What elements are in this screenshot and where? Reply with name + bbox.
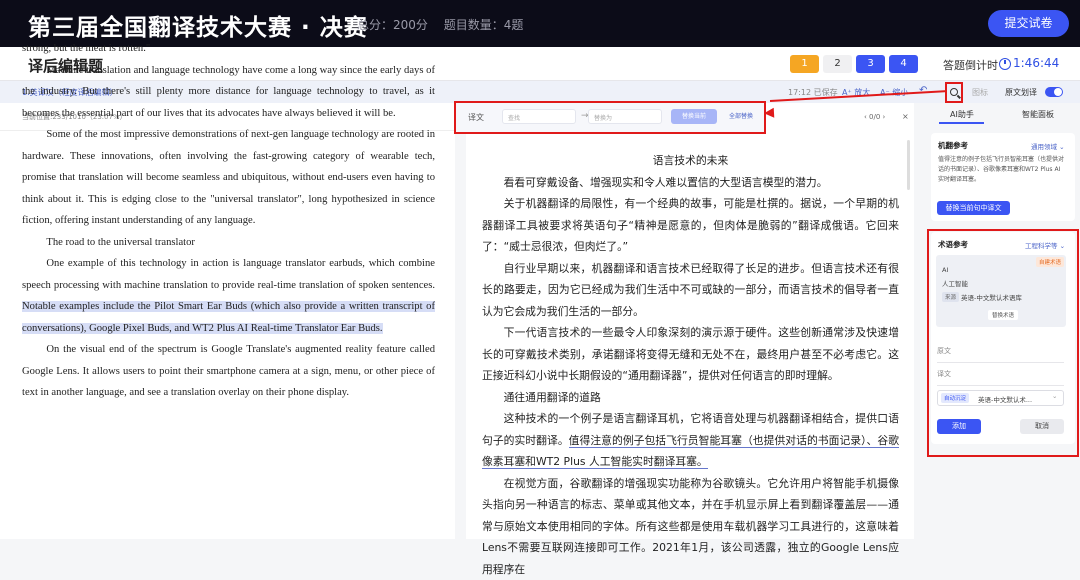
target-paragraph[interactable]: 关于机器翻译的局限性，有一个经典的故事，可能是杜撰的。据说，一个早期的机器翻译工… [482, 193, 899, 258]
target-paragraph[interactable]: 自行业早期以来，机器翻译和语言技术已经取得了长足的进步。但语言技术还有很长的路要… [482, 258, 899, 323]
mt-reference-card: 机翻参考 通用领域 ⌄ 值得注意的例子包括飞行员智能耳塞（也提供对话的书面记录）… [931, 133, 1075, 221]
question-nav-1[interactable]: 1 [790, 55, 819, 73]
source-paragraph: Machine translation and language technol… [22, 60, 435, 125]
match-counter[interactable]: ‹ 0/0 › [864, 113, 885, 121]
target-text[interactable]: 语言技术的未来 看看可穿戴设备、增强现实和令人难以置信的大型语言模型的潜力。 关… [482, 150, 899, 580]
clock-icon [999, 58, 1011, 70]
replace-sentence-button[interactable]: 替换当前句中译文 [937, 201, 1010, 215]
glossary-button[interactable]: 图标 [972, 87, 988, 98]
countdown-label: 答题倒计时 [943, 57, 998, 73]
search-icon[interactable] [945, 82, 963, 103]
annotation-highlight-box [927, 229, 1079, 457]
target-heading: 语言技术的未来 [482, 150, 899, 172]
mt-reference-title: 机翻参考 [938, 140, 968, 151]
question-nav-4[interactable]: 4 [889, 55, 918, 73]
replace-input[interactable]: 替换为 [588, 109, 662, 124]
target-paragraph[interactable]: 在视觉方面，谷歌翻译的增强现实功能称为谷歌镜头。它允许用户将智能手机摄像头指向另… [482, 473, 899, 580]
submit-exam-button[interactable]: 提交试卷 [988, 10, 1069, 37]
replace-all-button[interactable]: 全部替换 [729, 111, 753, 120]
source-sentence: One example of this technology in action… [22, 258, 435, 291]
close-icon[interactable]: × [902, 112, 909, 121]
highlighted-source-sentence[interactable]: Notable examples include the Pilot Smart… [22, 301, 435, 334]
target-paragraph[interactable]: 下一代语言技术的一些最令人印象深刻的演示源于硬件。这些创新通常涉及快速增长的可穿… [482, 322, 899, 387]
target-scrollbar[interactable] [907, 140, 910, 190]
tab-ai-assistant[interactable]: AI助手 [950, 109, 974, 120]
source-paragraph: Some of the most impressive demonstratio… [22, 124, 435, 232]
find-scope-label[interactable]: 译文 [468, 112, 484, 123]
source-underline-toggle[interactable] [1045, 87, 1063, 97]
target-paragraph[interactable]: 看看可穿戴设备、增强现实和令人难以置信的大型语言模型的潜力。 [482, 172, 899, 194]
exam-meta: 总分：200分 题目数量：4题 [357, 16, 535, 33]
annotation-arrowhead [764, 108, 775, 119]
mt-domain-select[interactable]: 通用领域 ⌄ [1031, 141, 1065, 151]
source-paragraph: The road to the universal translator [22, 232, 435, 254]
question-count: 题目数量：4题 [444, 18, 524, 32]
source-text: strong, but the meat is rotten." Machine… [22, 38, 435, 404]
exam-title: 第三届全国翻译技术大赛 · 决赛 [28, 8, 368, 42]
total-score: 总分：200分 [357, 18, 428, 32]
countdown-value: 1:46:44 [1013, 56, 1059, 70]
mt-suggestion: 值得注意的例子包括飞行员智能耳塞（也提供对话的书面记录）、谷歌像素耳塞和WT2 … [938, 155, 1066, 185]
target-paragraph[interactable]: 这种技术的一个例子是语言翻译耳机，它将语音处理与机器翻译相结合，提供口语句子的实… [482, 408, 899, 473]
source-paragraph: strong, but the meat is rotten." [22, 38, 435, 60]
find-replace-bar: 译文 查找 → 替换为 替换当前 全部替换 [454, 101, 766, 134]
question-nav-3[interactable]: 3 [856, 55, 885, 73]
replace-current-button[interactable]: 替换当前 [671, 109, 717, 124]
question-nav-2[interactable]: 2 [823, 55, 852, 73]
target-paragraph[interactable]: 通往通用翻译的道路 [482, 387, 899, 409]
tab-smart-panel[interactable]: 智能面板 [1022, 109, 1054, 120]
active-tab-indicator [939, 122, 984, 124]
find-input[interactable]: 查找 [502, 109, 576, 124]
source-paragraph: One example of this technology in action… [22, 253, 435, 339]
source-underline-label: 原文划译 [1005, 87, 1037, 98]
source-paragraph: On the visual end of the spectrum is Goo… [22, 339, 435, 404]
